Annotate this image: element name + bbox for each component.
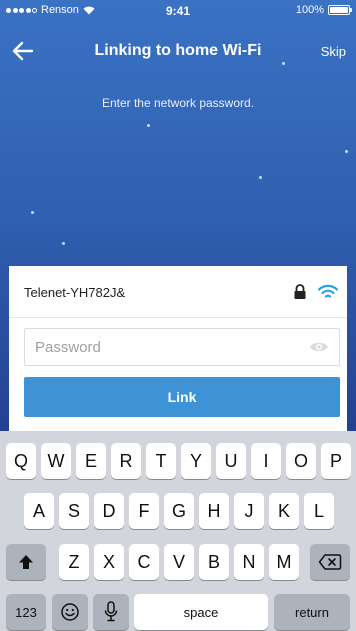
backspace-icon: [318, 554, 342, 570]
skip-button[interactable]: Skip: [321, 44, 346, 59]
key-m[interactable]: M: [269, 544, 299, 580]
key-e[interactable]: E: [76, 443, 106, 479]
shift-icon: [19, 555, 33, 569]
sparkle: [147, 124, 150, 127]
keyboard: Q W E R T Y U I O P A S D F G H J K L Z …: [0, 431, 356, 631]
key-d[interactable]: D: [94, 493, 124, 529]
key-z[interactable]: Z: [59, 544, 89, 580]
backspace-key[interactable]: [310, 544, 350, 580]
key-g[interactable]: G: [164, 493, 194, 529]
password-field[interactable]: [24, 328, 340, 366]
wifi-icon: [317, 284, 339, 298]
key-c[interactable]: C: [129, 544, 159, 580]
key-i[interactable]: I: [251, 443, 281, 479]
key-y[interactable]: Y: [181, 443, 211, 479]
key-u[interactable]: U: [216, 443, 246, 479]
page-title: Linking to home Wi-Fi: [94, 42, 262, 59]
emoji-icon: [61, 603, 79, 621]
lock-icon: [294, 284, 306, 299]
instruction-text: Enter the network password.: [101, 96, 255, 110]
sparkle: [282, 62, 285, 65]
link-button[interactable]: Link: [24, 377, 340, 417]
key-h[interactable]: H: [199, 493, 229, 529]
key-r[interactable]: R: [111, 443, 141, 479]
microphone-key[interactable]: [93, 594, 129, 630]
emoji-key[interactable]: [52, 594, 88, 630]
key-b[interactable]: B: [199, 544, 229, 580]
microphone-icon: [104, 601, 118, 622]
wifi-card: Telenet-YH782J& Link: [9, 266, 347, 436]
key-x[interactable]: X: [94, 544, 124, 580]
sparkle: [31, 211, 34, 214]
key-p[interactable]: P: [321, 443, 351, 479]
battery-icon: [328, 5, 352, 15]
space-key[interactable]: space: [134, 594, 268, 630]
header: Linking to home Wi-Fi Skip: [0, 34, 356, 70]
key-o[interactable]: O: [286, 443, 316, 479]
key-l[interactable]: L: [304, 493, 334, 529]
password-input[interactable]: [35, 329, 295, 365]
status-right: 100%: [295, 4, 352, 16]
numbers-key[interactable]: 123: [6, 594, 46, 630]
sparkle: [259, 176, 262, 179]
key-j[interactable]: J: [234, 493, 264, 529]
key-f[interactable]: F: [129, 493, 159, 529]
network-name: Telenet-YH782J&: [24, 285, 126, 300]
key-n[interactable]: N: [234, 544, 264, 580]
key-v[interactable]: V: [164, 544, 194, 580]
sparkle: [345, 150, 348, 153]
key-s[interactable]: S: [59, 493, 89, 529]
key-a[interactable]: A: [24, 493, 54, 529]
sparkle: [62, 242, 65, 245]
return-key[interactable]: return: [274, 594, 350, 630]
key-k[interactable]: K: [269, 493, 299, 529]
battery-percent: 100%: [295, 4, 324, 16]
key-t[interactable]: T: [146, 443, 176, 479]
eye-icon[interactable]: [309, 339, 329, 355]
shift-key[interactable]: [6, 544, 46, 580]
key-w[interactable]: W: [41, 443, 71, 479]
key-q[interactable]: Q: [6, 443, 36, 479]
status-bar: Renson 9:41 100%: [0, 0, 356, 22]
network-row: Telenet-YH782J&: [9, 266, 347, 318]
